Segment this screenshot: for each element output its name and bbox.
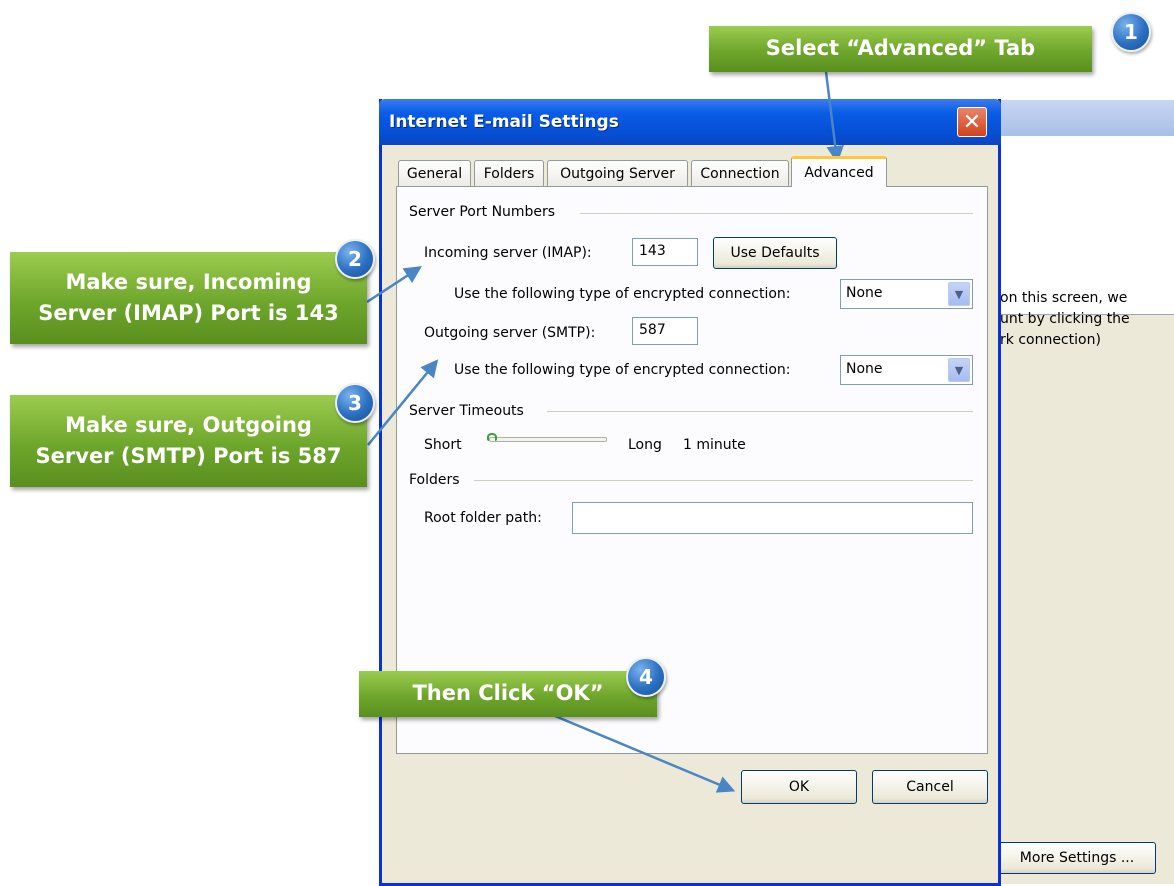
timeout-value: 1 minute (683, 437, 746, 453)
group-divider (474, 480, 973, 481)
folders-heading: Folders (409, 472, 460, 488)
more-settings-button[interactable]: More Settings ... (998, 842, 1156, 874)
tab-general[interactable]: General (398, 160, 471, 186)
outgoing-port-input[interactable]: 587 (632, 317, 698, 345)
step-badge-4: 4 (626, 657, 666, 697)
outgoing-encryption-select[interactable]: None ▼ (840, 355, 973, 385)
callout-step-3: Make sure, Outgoing Server (SMTP) Port i… (10, 395, 367, 487)
cancel-button[interactable]: Cancel (872, 770, 988, 804)
group-divider (547, 411, 973, 412)
background-info-line-1: on this screen, we (1000, 290, 1128, 306)
tab-advanced[interactable]: Advanced (791, 156, 887, 187)
root-folder-label: Root folder path: (424, 510, 542, 526)
chevron-down-icon[interactable]: ▼ (948, 282, 970, 306)
dialog-titlebar: Internet E-mail Settings ✕ (379, 99, 1001, 145)
close-icon[interactable]: ✕ (957, 107, 987, 137)
use-defaults-button[interactable]: Use Defaults (713, 237, 837, 269)
callout-step-4: Then Click “OK” (359, 671, 657, 717)
timeout-slider-thumb[interactable] (487, 433, 497, 441)
advanced-tab-panel (396, 186, 988, 754)
server-port-numbers-heading: Server Port Numbers (409, 204, 556, 220)
tab-folders[interactable]: Folders (474, 160, 544, 186)
background-info-line-2: unt by clicking the (1000, 311, 1130, 327)
background-info-line-3: rk connection) (1000, 332, 1101, 348)
incoming-server-label: Incoming server (IMAP): (424, 245, 592, 261)
step-badge-1: 1 (1111, 12, 1151, 52)
group-divider (580, 213, 973, 214)
incoming-encryption-select[interactable]: None ▼ (840, 279, 973, 309)
timeout-slider[interactable] (489, 437, 607, 442)
step-badge-2: 2 (335, 239, 375, 279)
incoming-encryption-label: Use the following type of encrypted conn… (454, 286, 791, 302)
step-badge-3: 3 (335, 383, 375, 423)
outgoing-encryption-value: None (846, 361, 883, 377)
ok-button[interactable]: OK (741, 770, 857, 804)
timeout-short-label: Short (424, 437, 462, 453)
outgoing-server-label: Outgoing server (SMTP): (424, 325, 596, 341)
incoming-encryption-value: None (846, 285, 883, 301)
tab-outgoing-server[interactable]: Outgoing Server (547, 160, 688, 186)
server-timeouts-heading: Server Timeouts (409, 403, 524, 419)
dialog-title: Internet E-mail Settings (389, 112, 619, 132)
callout-step-1: Select “Advanced” Tab (709, 26, 1092, 72)
callout-step-2: Make sure, Incoming Server (IMAP) Port i… (10, 252, 367, 344)
tab-connection[interactable]: Connection (691, 160, 789, 186)
incoming-port-input[interactable]: 143 (632, 238, 698, 266)
chevron-down-icon[interactable]: ▼ (948, 358, 970, 382)
timeout-long-label: Long (628, 437, 662, 453)
root-folder-input[interactable] (572, 502, 973, 534)
outgoing-encryption-label: Use the following type of encrypted conn… (454, 362, 791, 378)
